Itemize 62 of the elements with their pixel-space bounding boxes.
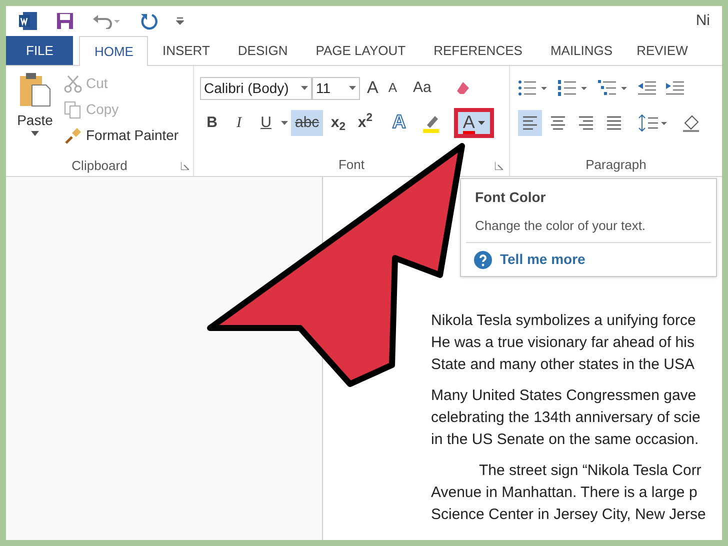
font-name-dropdown[interactable]: Calibri (Body) bbox=[200, 76, 312, 100]
document-line: Many United States Congressmen gave bbox=[431, 386, 698, 406]
shrink-font-button[interactable]: A bbox=[385, 78, 400, 98]
save-icon[interactable] bbox=[56, 12, 74, 30]
document-line: Nikola Tesla symbolizes a unifying force bbox=[431, 311, 697, 331]
scissors-icon bbox=[64, 74, 82, 92]
decrease-indent-icon[interactable] bbox=[638, 81, 656, 95]
window-title: Ni bbox=[696, 10, 710, 31]
tooltip-description: Change the color of your text. bbox=[475, 217, 646, 235]
document-line: He was a true visionary far ahead of his bbox=[431, 333, 696, 353]
font-color-button[interactable]: A bbox=[454, 108, 494, 138]
help-icon[interactable] bbox=[474, 250, 492, 268]
group-label: Clipboard bbox=[72, 157, 128, 176]
text-effects-button[interactable]: A bbox=[390, 108, 408, 138]
ribbon-tab[interactable]: DESIGN bbox=[224, 36, 302, 65]
font-size-dropdown[interactable]: 11 bbox=[312, 76, 360, 100]
tooltip-title: Font Color bbox=[475, 188, 546, 207]
numbering-icon[interactable] bbox=[558, 80, 588, 96]
format-button[interactable]: U bbox=[254, 110, 278, 136]
format-button[interactable]: B bbox=[200, 110, 224, 136]
ribbon-tab[interactable]: FILE bbox=[6, 36, 74, 65]
document-line: in the US Senate on the same occasion. bbox=[431, 430, 700, 450]
clipboard-command[interactable]: Format Painter bbox=[64, 125, 179, 146]
customize-icon[interactable] bbox=[176, 16, 184, 26]
document-line: Science Center in Jersey City, New Jerse bbox=[431, 505, 707, 525]
change-case-button[interactable]: Aa bbox=[408, 76, 436, 100]
caret-icon[interactable] bbox=[349, 86, 356, 90]
caret-icon[interactable] bbox=[31, 131, 39, 136]
grow-font-button[interactable]: A bbox=[364, 75, 382, 101]
increase-indent-icon[interactable] bbox=[666, 81, 684, 95]
group-label: Font bbox=[338, 156, 364, 174]
caret-icon[interactable] bbox=[478, 121, 485, 125]
ribbon-tab[interactable]: REFERENCES bbox=[420, 36, 536, 65]
ribbon-tab[interactable]: INSERT bbox=[148, 36, 224, 65]
format-button[interactable]: x$^{2}$ bbox=[353, 110, 378, 136]
document-line: The street sign “Nikola Tesla Corr bbox=[478, 461, 702, 481]
tell-me-more-link[interactable]: Tell me more bbox=[500, 249, 586, 270]
document-line: Avenue in Manhattan. There is a large p bbox=[431, 483, 698, 503]
undo-icon[interactable] bbox=[92, 13, 122, 29]
ribbon-tab[interactable]: HOME bbox=[79, 36, 148, 66]
caret-icon[interactable] bbox=[301, 86, 308, 90]
dialog-launcher-icon[interactable] bbox=[495, 162, 503, 170]
multilevel-list-icon[interactable] bbox=[598, 80, 628, 96]
dialog-launcher-icon[interactable] bbox=[181, 162, 189, 170]
format-button[interactable]: x$_{2}$ bbox=[326, 110, 350, 136]
caret-icon[interactable] bbox=[281, 121, 288, 125]
format-button[interactable]: abc bbox=[291, 110, 324, 136]
paste-label[interactable]: Paste bbox=[17, 110, 53, 131]
ribbon-tab[interactable]: PAGE LAYOUT bbox=[302, 36, 420, 65]
document-line: State and many other states in the USA bbox=[431, 355, 696, 375]
ribbon-tab[interactable]: MAILINGS bbox=[536, 36, 627, 65]
paintbrush-icon bbox=[64, 126, 82, 144]
line-spacing-icon[interactable] bbox=[638, 113, 668, 133]
document-line: celebrating the 134th anniversary of scie bbox=[431, 408, 702, 428]
copy-icon bbox=[64, 100, 82, 118]
word-logo-icon[interactable] bbox=[18, 11, 38, 31]
format-button[interactable]: I bbox=[227, 110, 251, 136]
clipboard-icon[interactable] bbox=[18, 72, 52, 108]
group-label: Paragraph bbox=[586, 156, 646, 174]
ribbon-tab[interactable]: REVIEW bbox=[626, 36, 688, 65]
redo-icon[interactable] bbox=[140, 12, 158, 30]
bullets-icon[interactable] bbox=[518, 80, 548, 96]
